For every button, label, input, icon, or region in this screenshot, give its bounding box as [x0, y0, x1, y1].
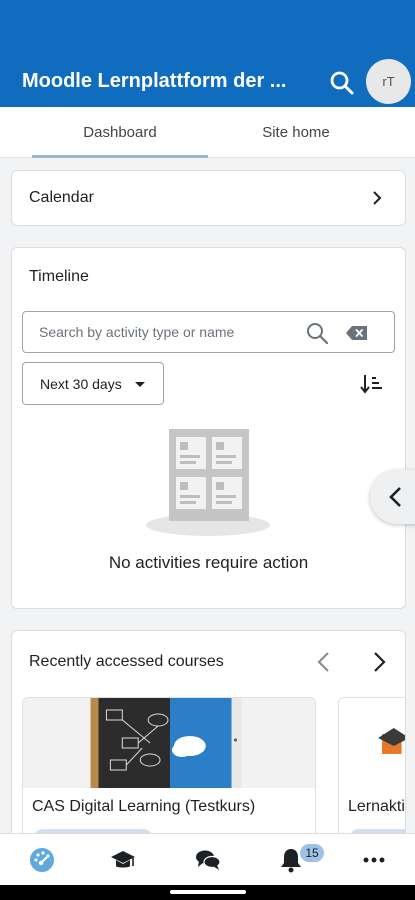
avatar-initials: rT: [382, 74, 395, 89]
tab-bar: Dashboard Site home: [0, 107, 415, 158]
timeline-filter-select[interactable]: Next 30 days: [22, 362, 164, 405]
tab-dashboard-label: Dashboard: [83, 124, 157, 141]
avatar[interactable]: rT: [366, 59, 411, 104]
empty-activities-icon: [146, 429, 270, 536]
caret-down-icon: [135, 382, 145, 387]
courses-icon[interactable]: [110, 847, 136, 873]
sort-icon[interactable]: [360, 373, 384, 395]
chevron-right-icon: [373, 191, 382, 205]
block-drawer-toggle[interactable]: [370, 470, 415, 524]
clear-icon[interactable]: [345, 325, 369, 341]
timeline-search-input[interactable]: Search by activity type or name: [22, 311, 395, 353]
empty-message: No activities require action: [108, 553, 309, 572]
bottom-nav: 15: [0, 833, 415, 885]
timeline-title: Timeline: [29, 268, 89, 285]
search-placeholder: Search by activity type or name: [39, 324, 235, 340]
tab-site-home-label: Site home: [262, 124, 330, 141]
calendar-title: Calendar: [29, 189, 94, 206]
messages-icon[interactable]: [195, 847, 221, 873]
chevron-right-icon[interactable]: [370, 651, 388, 673]
dashboard-icon[interactable]: [29, 847, 55, 873]
tab-dashboard[interactable]: Dashboard: [32, 107, 208, 158]
recent-courses-title: Recently accessed courses: [29, 653, 224, 670]
filter-label: Next 30 days: [40, 376, 122, 392]
notifications-badge: 15: [300, 844, 324, 862]
course-image: [23, 698, 315, 788]
search-icon[interactable]: [329, 70, 355, 96]
tab-site-home[interactable]: Site home: [208, 107, 384, 158]
course-image: [339, 698, 405, 788]
timeline-card: Timeline Search by activity type or name…: [11, 247, 406, 609]
search-icon[interactable]: [305, 321, 329, 345]
home-indicator[interactable]: [170, 890, 246, 894]
app-title: Moodle Lernplattform der ...: [22, 70, 287, 92]
more-icon[interactable]: [361, 847, 387, 873]
recent-courses-card: Recently accessed courses CAS Digital Le…: [11, 630, 406, 860]
tab-selected-indicator: [32, 155, 208, 158]
chevron-left-icon[interactable]: [315, 651, 333, 673]
calendar-card[interactable]: Calendar: [11, 170, 406, 226]
course-name: CAS Digital Learning (Testkurs): [32, 798, 256, 815]
app-bar: Moodle Lernplattform der ... rT: [0, 0, 415, 107]
chevron-left-icon: [389, 487, 401, 507]
course-name: Lernakti: [348, 798, 405, 815]
